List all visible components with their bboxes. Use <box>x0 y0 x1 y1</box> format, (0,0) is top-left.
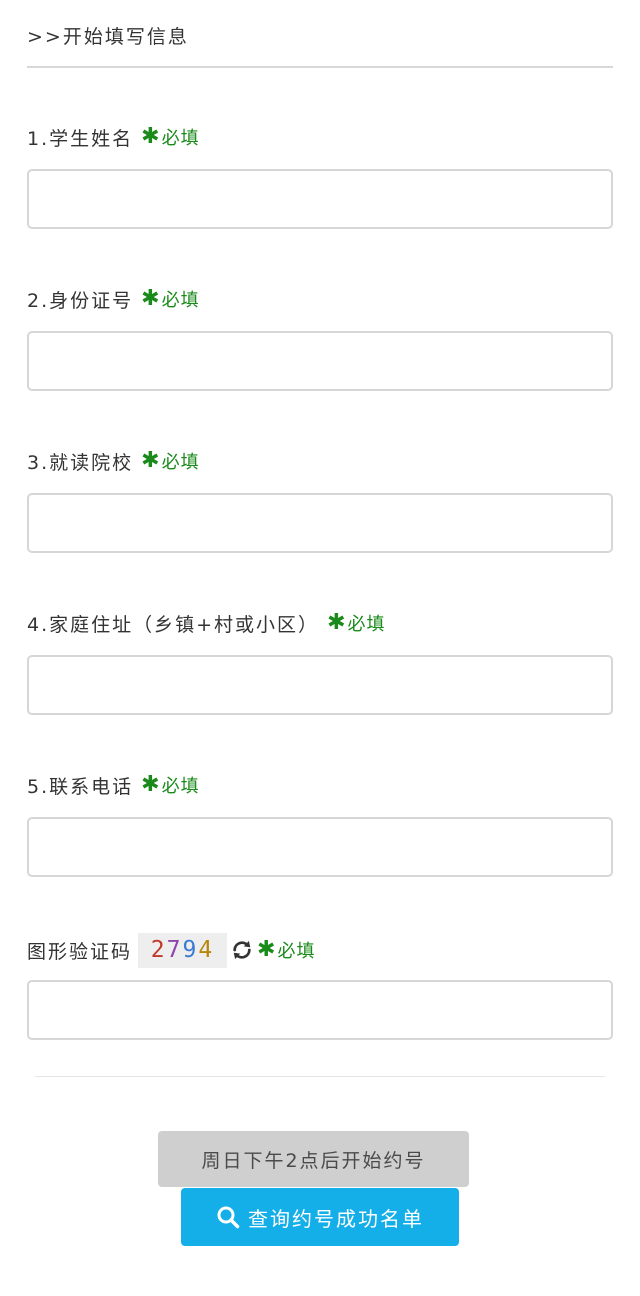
required-text: 必填 <box>161 452 200 473</box>
phone-input[interactable] <box>27 817 613 877</box>
required-text: 必填 <box>161 776 200 797</box>
field-label-captcha: 图形验证码 2 7 9 4 ✱ 必填 <box>27 932 315 968</box>
captcha-digit: 4 <box>198 937 215 963</box>
required-marker: ✱ 必填 <box>327 610 385 636</box>
home-address-input[interactable] <box>27 655 613 715</box>
school-input[interactable] <box>27 493 613 553</box>
captcha-input[interactable] <box>27 980 613 1040</box>
field-label-id-number: 2.身份证号 ✱ 必填 <box>27 284 200 314</box>
field-label-text: 3.就读院校 <box>27 451 134 474</box>
booking-closed-label: 周日下午2点后开始约号 <box>201 1149 426 1172</box>
required-text: 必填 <box>161 128 200 149</box>
form-divider <box>35 1076 605 1077</box>
section-divider <box>27 66 613 68</box>
asterisk-icon: ✱ <box>141 124 161 149</box>
required-marker: ✱ 必填 <box>141 286 199 312</box>
asterisk-icon: ✱ <box>141 772 161 797</box>
query-success-list-button[interactable]: 查询约号成功名单 <box>181 1188 459 1246</box>
booking-closed-button[interactable]: 周日下午2点后开始约号 <box>158 1131 469 1187</box>
asterisk-icon: ✱ <box>141 448 161 473</box>
field-label-text: 5.联系电话 <box>27 775 134 798</box>
asterisk-icon: ✱ <box>257 937 277 962</box>
field-label-text: 2.身份证号 <box>27 289 134 312</box>
field-label-home-address: 4.家庭住址（乡镇+村或小区） ✱ 必填 <box>27 608 386 638</box>
field-label-school: 3.就读院校 ✱ 必填 <box>27 446 200 476</box>
id-number-input[interactable] <box>27 331 613 391</box>
captcha-digit: 9 <box>182 937 199 963</box>
asterisk-icon: ✱ <box>141 286 161 311</box>
required-text: 必填 <box>161 290 200 311</box>
required-marker: ✱ 必填 <box>141 124 199 150</box>
field-label-phone: 5.联系电话 ✱ 必填 <box>27 770 200 800</box>
captcha-digit: 2 <box>150 937 167 963</box>
required-marker: ✱ 必填 <box>141 772 199 798</box>
field-label-student-name: 1.学生姓名 ✱ 必填 <box>27 122 200 152</box>
asterisk-icon: ✱ <box>327 610 347 635</box>
section-title: >>开始填写信息 <box>27 26 189 48</box>
field-label-text: 图形验证码 <box>27 940 133 963</box>
student-name-input[interactable] <box>27 169 613 229</box>
search-icon <box>216 1205 240 1229</box>
field-label-text: 1.学生姓名 <box>27 127 134 150</box>
required-marker: ✱ 必填 <box>257 937 315 963</box>
required-marker: ✱ 必填 <box>141 448 199 474</box>
required-text: 必填 <box>277 941 316 962</box>
field-label-text: 4.家庭住址（乡镇+村或小区） <box>27 613 320 636</box>
required-text: 必填 <box>347 614 386 635</box>
refresh-icon[interactable] <box>231 939 253 961</box>
captcha-image[interactable]: 2 7 9 4 <box>138 932 228 968</box>
registration-form-page: >>开始填写信息 1.学生姓名 ✱ 必填 2.身份证号 ✱ 必填 3.就读院校 … <box>0 0 640 1296</box>
query-button-label: 查询约号成功名单 <box>248 1206 424 1231</box>
captcha-digit: 7 <box>166 937 183 963</box>
